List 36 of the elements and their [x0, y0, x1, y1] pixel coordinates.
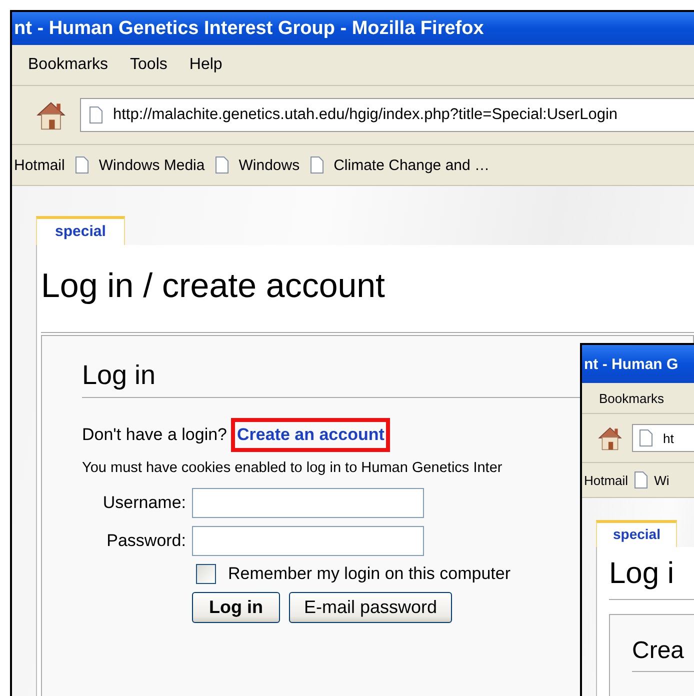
field-label: Password:: [106, 531, 186, 551]
page-icon: [214, 156, 229, 174]
menu-item[interactable]: Tools: [130, 56, 168, 74]
page-icon: [89, 106, 103, 124]
address-text: ht: [663, 430, 674, 446]
menu-item[interactable]: Bookmarks: [28, 56, 108, 74]
bookmark-item[interactable]: Wi: [654, 472, 670, 488]
address-field[interactable]: http://malachite.genetics.utah.edu/hgig/index.php?title=Special:UserLogin: [80, 98, 694, 132]
form-button[interactable]: E-mail password: [288, 592, 452, 623]
bookmark-item[interactable]: Hotmail: [584, 472, 628, 488]
form-button[interactable]: Log in: [192, 592, 280, 623]
bookmark-item[interactable]: Climate Change and …: [334, 156, 490, 174]
checkbox-label: Remember my login on this computer: [228, 564, 511, 584]
page-tab[interactable]: special: [36, 216, 125, 245]
create-account-link[interactable]: Create an account: [231, 418, 390, 452]
field-label: Username:: [102, 493, 186, 513]
address-field[interactable]: ht: [632, 424, 694, 452]
address-text: http://malachite.genetics.utah.edu/hgig/index.php?title=Special:UserLogin: [113, 106, 618, 124]
page-icon: [634, 471, 648, 489]
menu-item[interactable]: Help: [189, 56, 222, 74]
page-icon: [74, 156, 89, 174]
window-title: nt - Human Genetics Interest Group - Mozilla Firefox: [14, 18, 484, 40]
page-tab[interactable]: special: [596, 520, 678, 547]
prompt-text: Don't have a login?: [82, 425, 228, 445]
remember-checkbox[interactable]: [196, 564, 216, 584]
bookmark-item[interactable]: Windows Media: [98, 156, 205, 174]
input-field[interactable]: [192, 488, 424, 518]
page-icon: [639, 429, 653, 447]
bookmark-item[interactable]: Hotmail: [14, 156, 65, 174]
cookies-note: You must have cookies enabled to log in to Human Genetics Inter: [82, 460, 504, 476]
page-heading: Log i: [609, 557, 694, 600]
page-icon: [310, 156, 324, 174]
page-heading: Log in / create account: [41, 267, 694, 333]
input-field[interactable]: [192, 526, 424, 556]
bookmark-item[interactable]: Windows: [238, 156, 300, 174]
section-title: Crea: [632, 637, 694, 672]
